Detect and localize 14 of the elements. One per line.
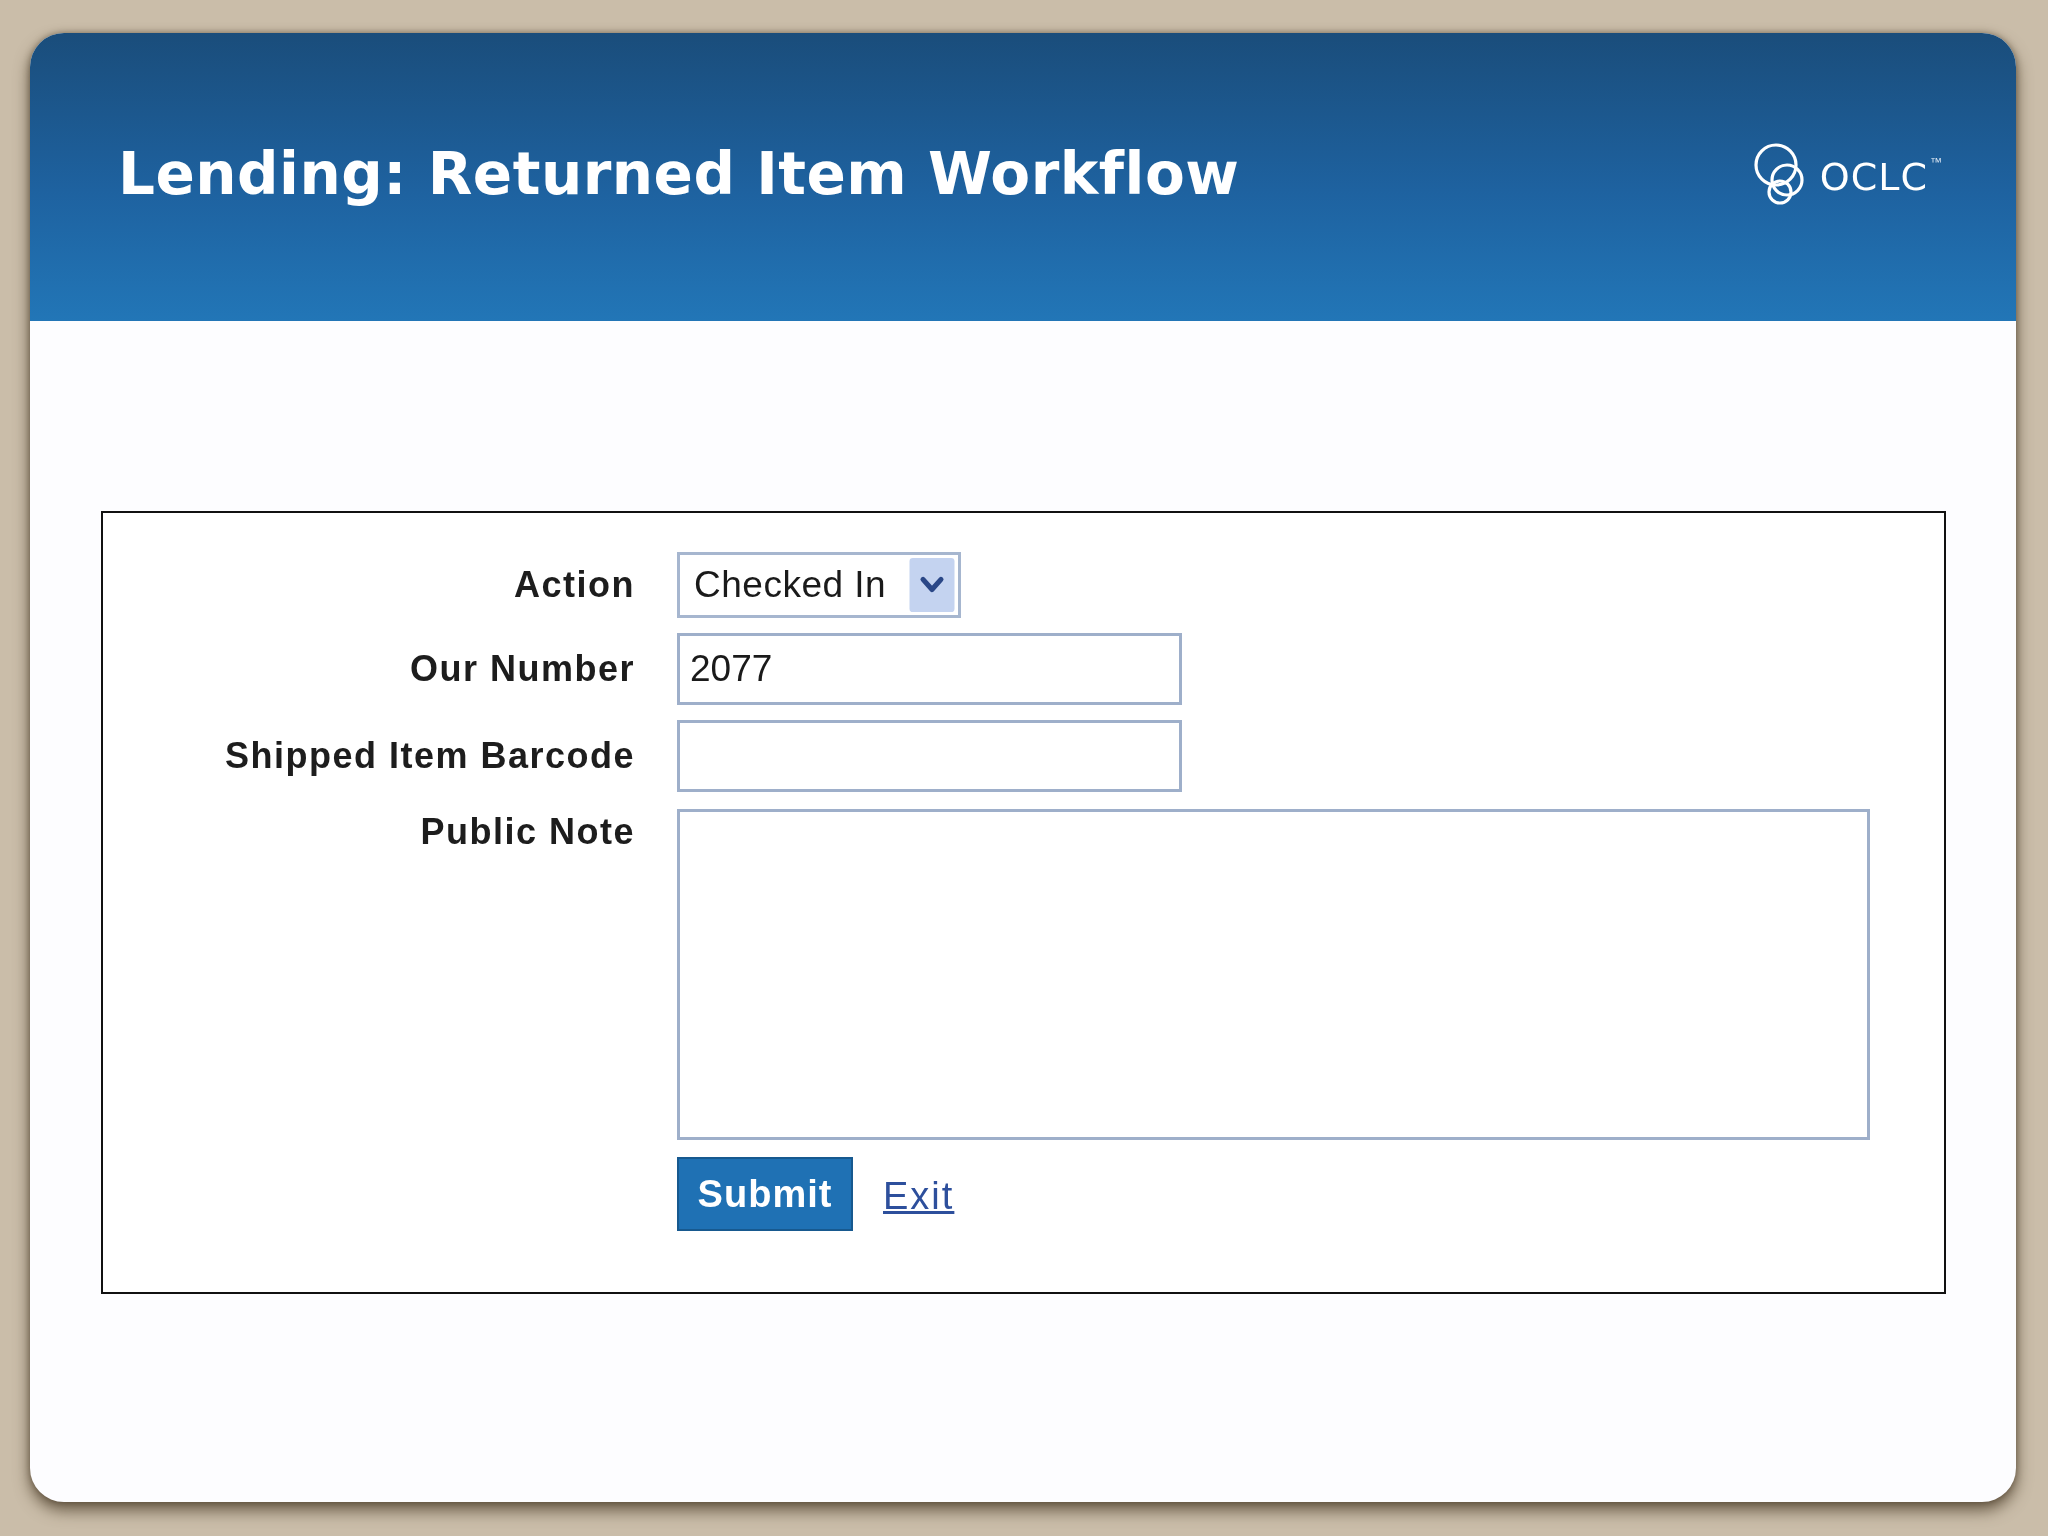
slide-title: Lending: Returned Item Workflow — [118, 140, 1240, 208]
submit-button[interactable]: Submit — [677, 1157, 853, 1231]
text-field[interactable]: 2077 — [677, 633, 1182, 705]
logo-wordmark: OCLC — [1819, 155, 1928, 199]
trademark-sign: ™ — [1930, 155, 1942, 169]
field-label: Our Number — [409, 648, 635, 690]
dropdown[interactable]: Checked In — [677, 552, 961, 618]
field-label: Public Note — [420, 810, 635, 853]
chevron-down-icon[interactable] — [909, 558, 955, 612]
field-label: Action — [514, 564, 635, 606]
text-field[interactable] — [677, 720, 1182, 792]
exit-link[interactable]: Exit — [883, 1174, 955, 1218]
text-area[interactable] — [677, 809, 1870, 1140]
field-label: Shipped Item Barcode — [224, 735, 635, 777]
